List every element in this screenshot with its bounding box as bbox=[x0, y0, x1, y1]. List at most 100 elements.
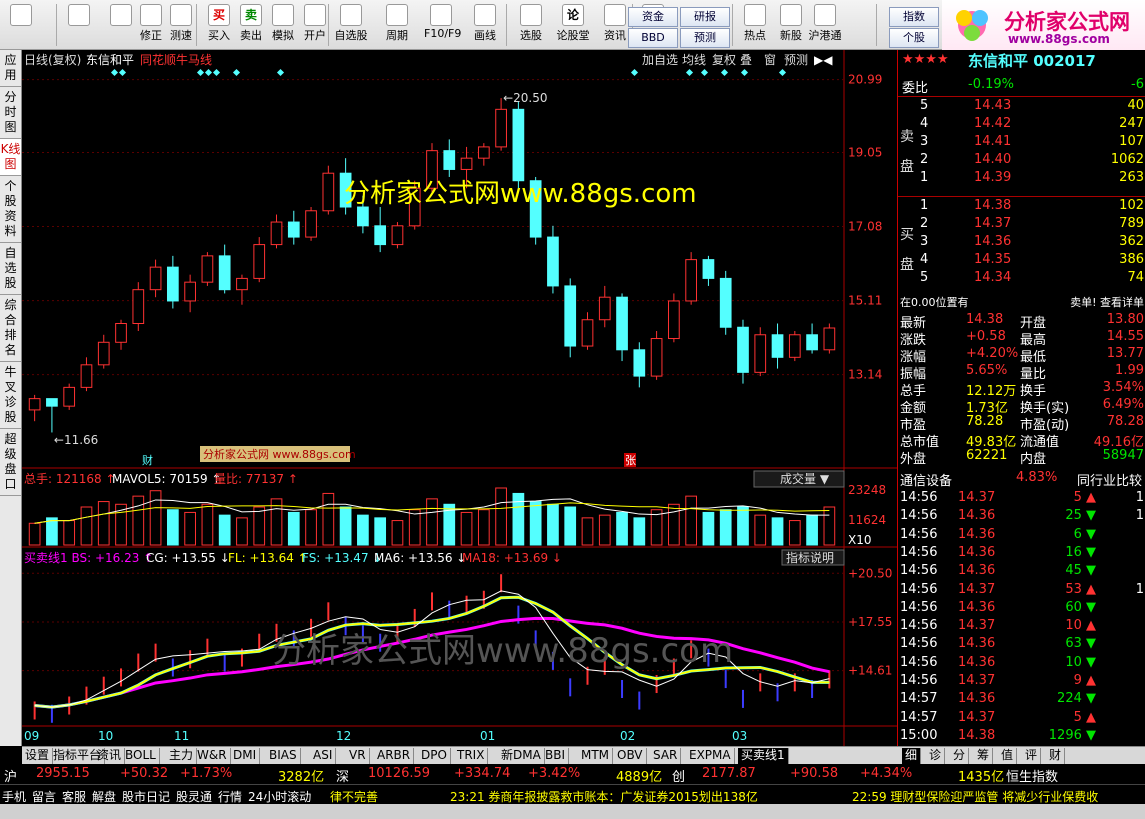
cycle-button[interactable]: 周期 bbox=[380, 2, 414, 48]
toolbar-label: 画线 bbox=[474, 29, 496, 42]
clock-button[interactable]: 测速 bbox=[164, 2, 198, 48]
select-button[interactable]: 选股 bbox=[514, 2, 548, 48]
pen-button[interactable]: 画线 bbox=[468, 2, 502, 48]
indicator-tab[interactable]: 资讯 bbox=[94, 748, 126, 764]
indicator-tab[interactable]: EXPMA bbox=[686, 748, 735, 764]
news-item[interactable]: 23:21 券商年报披露救市账本：广发证券2015划出138亿 bbox=[450, 788, 758, 805]
grid-button[interactable] bbox=[4, 2, 38, 48]
lock-button[interactable]: 开户 bbox=[298, 2, 332, 48]
volume-bar bbox=[581, 517, 594, 546]
indicator-tab[interactable]: VR bbox=[346, 748, 370, 764]
hot-button[interactable]: 热点 bbox=[738, 2, 772, 48]
indicator-tab[interactable]: BIAS bbox=[266, 748, 301, 764]
toolbar-text-button[interactable]: 指数 bbox=[889, 7, 939, 27]
chart-header-button[interactable]: 加自选 bbox=[642, 53, 678, 67]
pen-icon bbox=[474, 4, 496, 26]
chart-header-button[interactable]: 预测 bbox=[784, 53, 808, 67]
quote-cell: 14.36 bbox=[958, 654, 996, 670]
news-tab[interactable]: 股市日记 bbox=[122, 788, 170, 805]
news-tab[interactable]: 股灵通 bbox=[176, 788, 212, 805]
finance-marker[interactable]: 财 bbox=[142, 453, 153, 467]
toolbar-text-button[interactable]: 研报 bbox=[680, 7, 730, 27]
indicator-tab[interactable]: 新DMA bbox=[498, 748, 545, 764]
sell-button[interactable]: 卖卖出 bbox=[234, 2, 268, 48]
f10-button[interactable]: F10/F9 bbox=[424, 2, 461, 48]
index-name[interactable]: 深 bbox=[336, 766, 349, 785]
hk-button[interactable]: 沪港通 bbox=[808, 2, 842, 48]
chart-header-button[interactable]: 复权 bbox=[712, 53, 736, 67]
left-tab[interactable]: 分时图 bbox=[0, 87, 21, 139]
toolbar-label: 论股堂 bbox=[556, 29, 590, 42]
news-tab[interactable]: 行情 bbox=[218, 788, 242, 805]
quote-row: 委比 -0.19% -6 bbox=[898, 77, 1145, 96]
forum-button[interactable]: 论论股堂 bbox=[556, 2, 590, 48]
toolbar-text-button[interactable]: 个股 bbox=[889, 28, 939, 48]
news-button[interactable]: 资讯 bbox=[598, 2, 632, 48]
toolbar-text-button[interactable]: 预测 bbox=[680, 28, 730, 48]
left-tab[interactable]: 应用 bbox=[0, 50, 21, 87]
volume-bar bbox=[97, 501, 110, 546]
side-tab[interactable]: 细 bbox=[902, 748, 922, 764]
side-tab[interactable]: 值 bbox=[998, 748, 1018, 764]
back-arrow-button[interactable] bbox=[62, 2, 96, 48]
chart-indicator-name[interactable]: 同花顺牛马线 bbox=[140, 52, 212, 67]
indicator-tab[interactable]: 主力 bbox=[166, 748, 198, 764]
refresh-button[interactable]: 修正 bbox=[134, 2, 168, 48]
side-tab[interactable]: 分 bbox=[950, 748, 970, 764]
toolbar-text-button[interactable]: BBD bbox=[628, 28, 678, 48]
left-tab[interactable]: K线图 bbox=[0, 139, 21, 176]
indicator-tab[interactable]: TRIX bbox=[454, 748, 489, 764]
news-tab[interactable]: 解盘 bbox=[92, 788, 116, 805]
side-tab[interactable]: 诊 bbox=[926, 748, 946, 764]
up-down-button[interactable] bbox=[104, 2, 138, 48]
indicator-tab[interactable]: BBI bbox=[542, 748, 570, 764]
news-item[interactable]: 22:59 理财型保险迎严监管 将减少行业保费收 bbox=[852, 788, 1098, 805]
volume-axis-label: X10 bbox=[848, 533, 872, 547]
buy-button[interactable]: 买买入 bbox=[202, 2, 236, 48]
quote-row: 最新 14.38 开盘 13.80 bbox=[898, 312, 1145, 331]
quote-row: 在0.00位置有 卖单! 查看详单 bbox=[898, 294, 1145, 312]
candle-body bbox=[391, 225, 404, 246]
indicator-tab[interactable]: SAR bbox=[650, 748, 682, 764]
news-tab[interactable]: 客服 bbox=[62, 788, 86, 805]
news-tab[interactable]: 留言 bbox=[32, 788, 56, 805]
indicator-tab[interactable]: W&R bbox=[194, 748, 231, 764]
rise-marker[interactable]: 张 bbox=[625, 454, 636, 467]
hammer-button[interactable]: 模拟 bbox=[266, 2, 300, 48]
left-tab[interactable]: 个股资料 bbox=[0, 176, 21, 243]
side-tab[interactable]: 财 bbox=[1046, 748, 1066, 764]
news-tab[interactable]: 手机 bbox=[2, 788, 26, 805]
chart-period[interactable]: 日线(复权) bbox=[24, 53, 81, 67]
chart-header-button[interactable]: 窗 bbox=[764, 53, 776, 67]
indicator-tab[interactable]: 买卖线1 bbox=[738, 748, 789, 764]
left-tab[interactable]: 牛叉诊股 bbox=[0, 362, 21, 429]
index-name[interactable]: 创 bbox=[672, 766, 685, 785]
indicator-tab[interactable]: OBV bbox=[614, 748, 647, 764]
side-tab[interactable]: 评 bbox=[1022, 748, 1042, 764]
left-tab[interactable]: 超级盘口 bbox=[0, 429, 21, 496]
newstock-button[interactable]: 新股 bbox=[774, 2, 808, 48]
news-tab[interactable]: 24小时滚动 bbox=[248, 788, 311, 805]
indicator-tab[interactable]: DMI bbox=[230, 748, 261, 764]
chart-menu-arrow-icon[interactable]: ▶◀ bbox=[814, 53, 833, 67]
indicator-tab[interactable]: DPO bbox=[418, 748, 451, 764]
indicator-tab[interactable]: ARBR bbox=[374, 748, 415, 764]
star-button[interactable]: 自选股 bbox=[334, 2, 368, 48]
volume-dropdown-label[interactable]: 成交量 ▼ bbox=[780, 471, 830, 486]
indicator-tab[interactable]: MTM bbox=[578, 748, 614, 764]
indicator-help-label[interactable]: 指标说明 bbox=[786, 550, 834, 565]
f10-icon bbox=[430, 4, 452, 26]
indicator-ma6: MA6: +13.56 ↓ bbox=[374, 551, 466, 565]
left-tab[interactable]: 自选股 bbox=[0, 243, 21, 295]
chart-header-button[interactable]: 均线 bbox=[682, 53, 706, 67]
hangseng-index[interactable]: 恒生指数 bbox=[1006, 766, 1058, 785]
toolbar-text-button[interactable]: 资金 bbox=[628, 7, 678, 27]
chart-header-button[interactable]: 叠 bbox=[740, 53, 752, 67]
indicator-tab[interactable]: ASI bbox=[310, 748, 337, 764]
indicator-tab[interactable]: BOLL bbox=[122, 748, 160, 764]
left-tab[interactable]: 综合排名 bbox=[0, 295, 21, 362]
index-name[interactable]: 沪 bbox=[4, 766, 17, 785]
indicator-tab[interactable]: 设置 bbox=[22, 748, 54, 764]
side-tab[interactable]: 筹 bbox=[974, 748, 994, 764]
news-item[interactable]: 律不完善 bbox=[330, 788, 378, 805]
